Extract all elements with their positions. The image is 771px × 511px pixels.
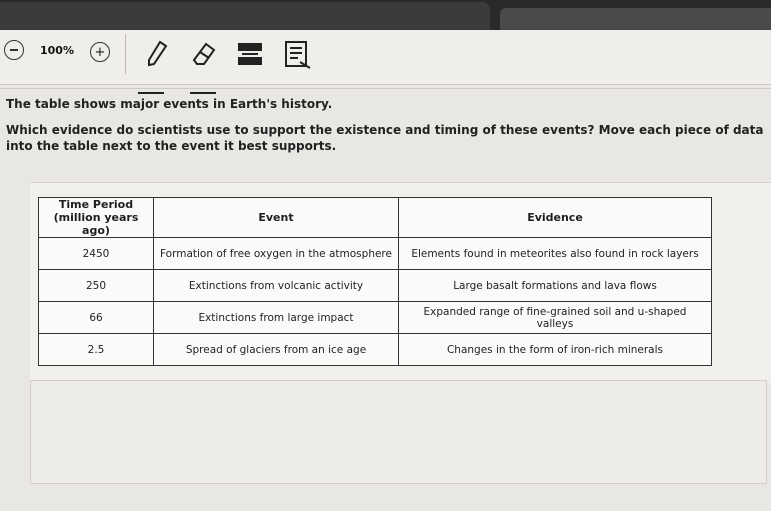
header-evidence: Evidence [398, 197, 712, 238]
zoom-level: 100% [40, 44, 74, 57]
header-event: Event [153, 197, 399, 238]
time-cell: 2450 [38, 237, 154, 270]
zoom-out-icon[interactable] [4, 40, 24, 60]
evidence-cell[interactable]: Large basalt formations and lava flows [398, 269, 712, 302]
eraser-underline [190, 92, 216, 94]
header-time-period: Time Period (million years ago) [38, 197, 154, 238]
prompt-intro: The table shows major events in Earth's … [6, 97, 333, 111]
evidence-cell[interactable]: Changes in the form of iron-rich mineral… [398, 333, 712, 366]
table-row: 66 Extinctions from large impact Expande… [38, 301, 712, 334]
event-cell: Extinctions from volcanic activity [153, 269, 399, 302]
toolbar: 100% + [0, 30, 771, 94]
browser-top-band [0, 0, 771, 34]
table-row: 250 Extinctions from volcanic activity L… [38, 269, 712, 302]
pencil-underline [138, 92, 164, 94]
time-cell: 250 [38, 269, 154, 302]
evidence-cell[interactable]: Elements found in meteorites also found … [398, 237, 712, 270]
time-cell: 2.5 [38, 333, 154, 366]
table-panel: Time Period (million years ago) Event Ev… [30, 182, 771, 383]
table-header-row: Time Period (million years ago) Event Ev… [38, 197, 712, 238]
prompt-question: Which evidence do scientists use to supp… [6, 123, 764, 154]
toolbar-divider [0, 88, 771, 89]
line-reader-icon[interactable] [234, 38, 266, 70]
event-cell: Formation of free oxygen in the atmosphe… [153, 237, 399, 270]
notepad-icon[interactable] [282, 38, 314, 70]
time-cell: 66 [38, 301, 154, 334]
event-cell: Spread of glaciers from an ice age [153, 333, 399, 366]
pencil-icon[interactable] [140, 38, 172, 70]
eraser-icon[interactable] [188, 38, 220, 70]
question-prompt: The table shows major events in Earth's … [6, 96, 768, 155]
evidence-cell[interactable]: Expanded range of fine-grained soil and … [398, 301, 712, 334]
table-row: 2450 Formation of free oxygen in the atm… [38, 237, 712, 270]
zoom-in-icon[interactable]: + [90, 42, 110, 62]
event-cell: Extinctions from large impact [153, 301, 399, 334]
toolbar-separator [125, 34, 126, 74]
events-table: Time Period (million years ago) Event Ev… [38, 197, 712, 366]
table-row: 2.5 Spread of glaciers from an ice age C… [38, 333, 712, 366]
answer-drop-area[interactable] [30, 380, 767, 484]
